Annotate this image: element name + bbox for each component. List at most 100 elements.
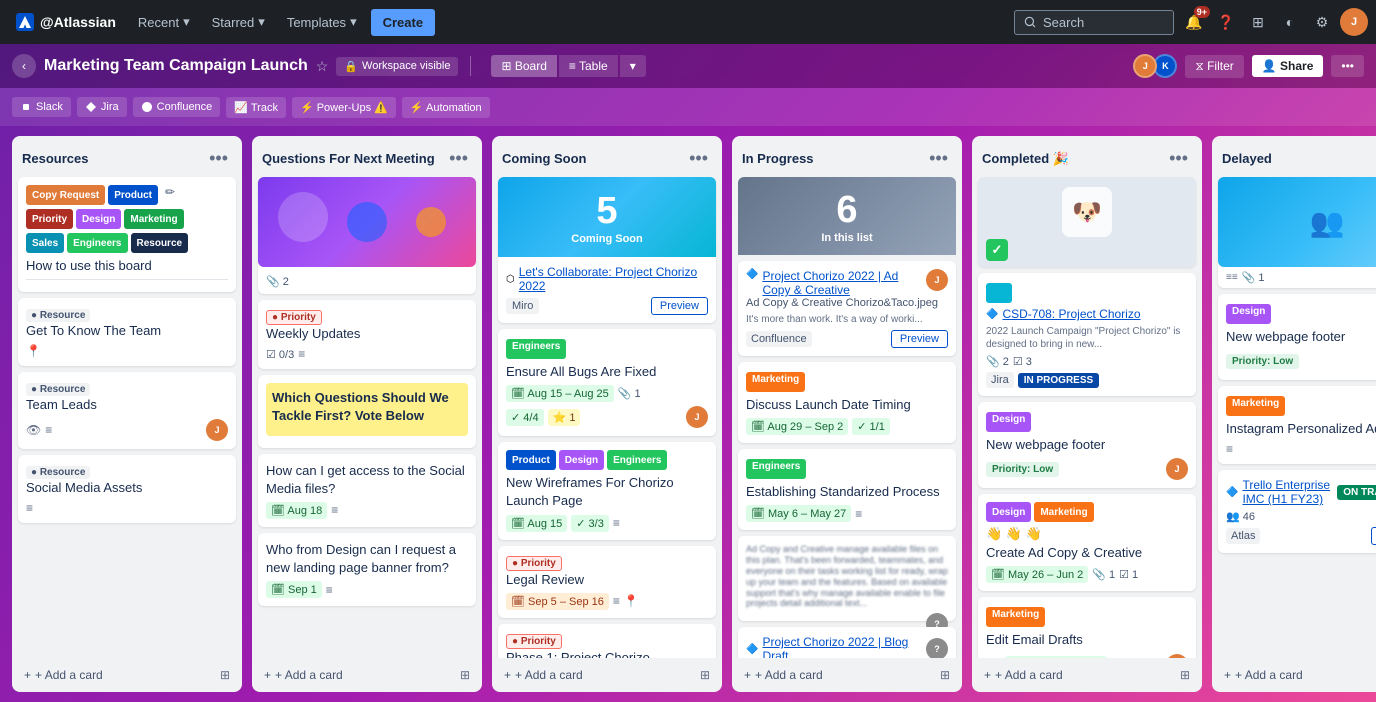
preview-btn-trello[interactable]: Preview [1371, 527, 1376, 545]
add-card-in-progress[interactable]: + + Add a card ⊞ [738, 664, 956, 686]
templates-nav[interactable]: Templates ▾ [279, 10, 365, 34]
card-link-blog[interactable]: Project Chorizo 2022 | Blog Draft [762, 635, 922, 658]
card-launch-date[interactable]: Marketing Discuss Launch Date Timing 🗓 A… [738, 362, 956, 443]
col-title-delayed: Delayed [1222, 151, 1376, 166]
col-menu-resources[interactable]: ••• [205, 146, 232, 171]
add-card-template-icon-c: ⊞ [1180, 668, 1190, 682]
more-options-button[interactable]: ••• [1331, 55, 1364, 77]
label-marketing: Marketing [124, 209, 183, 229]
help-button[interactable]: ❓ [1212, 8, 1240, 36]
col-menu-in-progress[interactable]: ••• [925, 146, 952, 171]
card-social-media[interactable]: ● Resource Social Media Assets ≡ [18, 455, 236, 523]
edit-icon[interactable]: ✏ [165, 185, 175, 205]
col-cards-in-progress: 6 In this list 🔷 Project Chorizo 2022 | … [732, 177, 962, 658]
share-button[interactable]: 👤 Share [1252, 55, 1324, 77]
pin-icon: 📍 [26, 344, 41, 358]
card-email-drafts[interactable]: Marketing Edit Email Drafts 👁 🗓 May 26 –… [978, 597, 1196, 658]
card-team-leads[interactable]: ● Resource Team Leads 👁 ≡ J [18, 372, 236, 448]
starred-nav[interactable]: Starred ▾ [204, 10, 273, 34]
card-link-ad[interactable]: Project Chorizo 2022 | Ad Copy & Creativ… [762, 269, 922, 297]
col-header-delayed: Delayed ••• [1212, 136, 1376, 177]
card-phase1[interactable]: ● Priority Phase 1: Project Chorizo 🗓 Au… [498, 624, 716, 658]
card-ad-copy[interactable]: 🔷 Project Chorizo 2022 | Ad Copy & Creat… [738, 261, 956, 356]
card-trello-enterprise[interactable]: 🔷 Trello Enterprise IMC (H1 FY23) ON TRA… [1218, 470, 1376, 553]
add-card-template-icon-cs: ⊞ [700, 668, 710, 682]
settings-button[interactable]: ⚙ [1308, 8, 1336, 36]
workspace-visibility[interactable]: 🔒 Workspace visible [336, 57, 458, 76]
card-title-create-ad: Create Ad Copy & Creative [986, 544, 1188, 562]
atlassian-logo[interactable]: @Atlassian [8, 9, 124, 35]
card-banner-request[interactable]: Who from Design can I request a new land… [258, 533, 476, 606]
card-footer-launch: 🗓 Aug 29 – Sep 2 ✓ 1/1 [746, 418, 948, 435]
board-star-button[interactable]: ☆ [316, 58, 329, 75]
add-card-resources[interactable]: + + Add a card ⊞ [18, 664, 236, 686]
card-integration-ad: Confluence Preview [746, 330, 948, 348]
notifications-button[interactable]: 🔔9+ [1180, 8, 1208, 36]
card-footer-email: 👁 🗓 May 26 – Jun 2 ≡ J [986, 654, 1188, 658]
powerups-integration[interactable]: ⚡ Power-Ups ⚠️ [292, 97, 396, 118]
card-cover-q1[interactable]: 📎 2 [258, 177, 476, 294]
filter-button[interactable]: ⧖ Filter [1185, 55, 1243, 78]
track-integration[interactable]: 📈 Track [226, 97, 286, 118]
card-cover-completed[interactable]: ✓ 🐶 [978, 177, 1196, 267]
card-cover-coming-soon: 5 Coming Soon [498, 177, 716, 257]
theme-button[interactable]: ◐ [1276, 8, 1304, 36]
member-avatar-1[interactable]: J [1133, 54, 1157, 78]
col-menu-coming-soon[interactable]: ••• [685, 146, 712, 171]
card-cover-delayed[interactable]: 👥 ≡≡ 📎 1 [1218, 177, 1376, 288]
board-view-button[interactable]: ⊞ Board [491, 55, 556, 77]
apps-button[interactable]: ⊞ [1244, 8, 1272, 36]
card-standarized[interactable]: Engineers Establishing Standarized Proce… [738, 449, 956, 530]
column-delayed: Delayed ••• 👥 ≡≡ 📎 1 Design New webpage … [1212, 136, 1376, 692]
col-menu-completed[interactable]: ••• [1165, 146, 1192, 171]
recent-nav[interactable]: Recent ▾ [130, 10, 198, 34]
card-link-collaborate[interactable]: Let's Collaborate: Project Chorizo 2022 [519, 265, 708, 293]
preview-btn-ad[interactable]: Preview [891, 330, 948, 348]
card-csd708[interactable]: 🔷 CSD-708: Project Chorizo 2022 Launch C… [978, 273, 1196, 396]
table-view-button[interactable]: ≡ Table [559, 55, 618, 77]
card-blurred[interactable]: Ad Copy and Creative manage available fi… [738, 536, 956, 621]
label-design-footer-d: Design [1226, 304, 1271, 324]
card-access-social[interactable]: How can I get access to the Social Media… [258, 454, 476, 527]
card-title-row: ⬡ Let's Collaborate: Project Chorizo 202… [506, 265, 708, 293]
card-footer-wireframes: 🗓 Aug 15 ✓ 3/3 ≡ [506, 515, 708, 532]
card-link-trello[interactable]: Trello Enterprise IMC (H1 FY23) [1242, 478, 1333, 506]
card-get-to-know[interactable]: ● Resource Get To Know The Team 📍 [18, 298, 236, 366]
automation-integration[interactable]: ⚡ Automation [402, 97, 490, 118]
card-collaborate[interactable]: 5 Coming Soon ⬡ Let's Collaborate: Proje… [498, 177, 716, 323]
card-webpage-footer-c[interactable]: Design New webpage footer Priority: Low … [978, 402, 1196, 488]
create-button[interactable]: Create [371, 9, 435, 36]
col-menu-questions[interactable]: ••• [445, 146, 472, 171]
top-navigation: @Atlassian Recent ▾ Starred ▾ Templates … [0, 0, 1376, 44]
card-blog-draft[interactable]: 🔷 Project Chorizo 2022 | Blog Draft ? [738, 627, 956, 658]
add-card-questions[interactable]: + + Add a card ⊞ [258, 664, 476, 686]
card-wireframes[interactable]: Product Design Engineers New Wireframes … [498, 442, 716, 539]
card-vote-below[interactable]: Which Questions Should We Tackle First? … [258, 375, 476, 447]
label-design-ad: Design [986, 502, 1031, 522]
preview-btn-collaborate[interactable]: Preview [651, 297, 708, 315]
card-how-to-use[interactable]: Copy Request Product ✏ Priority Design M… [18, 177, 236, 292]
user-avatar[interactable]: J [1340, 8, 1368, 36]
jira-integration[interactable]: Jira [77, 97, 127, 117]
card-weekly-updates[interactable]: ● Priority Weekly Updates ☑ 0/3 ≡ [258, 300, 476, 369]
card-footer-bugs: 🗓 Aug 15 – Aug 25 📎 1 [506, 385, 708, 402]
card-create-ad[interactable]: Design Marketing 👋 👋 👋 Create Ad Copy & … [978, 494, 1196, 591]
card-footer-std: 🗓 May 6 – May 27 ≡ [746, 505, 948, 522]
confluence-integration[interactable]: Confluence [133, 97, 221, 117]
card-bugs[interactable]: Engineers Ensure All Bugs Are Fixed 🗓 Au… [498, 329, 716, 436]
add-card-delayed[interactable]: + + Add a card ⊞ [1218, 664, 1376, 686]
card-legal[interactable]: ● Priority Legal Review 🗓 Sep 5 – Sep 16… [498, 546, 716, 618]
add-card-template-icon-q: ⊞ [460, 668, 470, 682]
board-back-nav[interactable]: ‹ [12, 54, 36, 78]
search-bar[interactable]: Search [1014, 10, 1174, 35]
add-card-coming-soon[interactable]: + + Add a card ⊞ [498, 664, 716, 686]
slack-integration[interactable]: Slack [12, 97, 71, 117]
card-webpage-footer-d[interactable]: Design New webpage footer Priority: Low … [1218, 294, 1376, 380]
cover-delayed-footer: ≡≡ 📎 1 [1218, 267, 1376, 288]
add-card-completed[interactable]: + + Add a card ⊞ [978, 664, 1196, 686]
card-instagram-ads[interactable]: Marketing Instagram Personalized Ads ≡ [1218, 386, 1376, 464]
view-more-button[interactable]: ▾ [620, 55, 646, 77]
jira-badge-csd: Jira [986, 372, 1014, 388]
confluence-badge: Confluence [746, 331, 812, 347]
card-link-csd[interactable]: CSD-708: Project Chorizo [1002, 307, 1140, 321]
